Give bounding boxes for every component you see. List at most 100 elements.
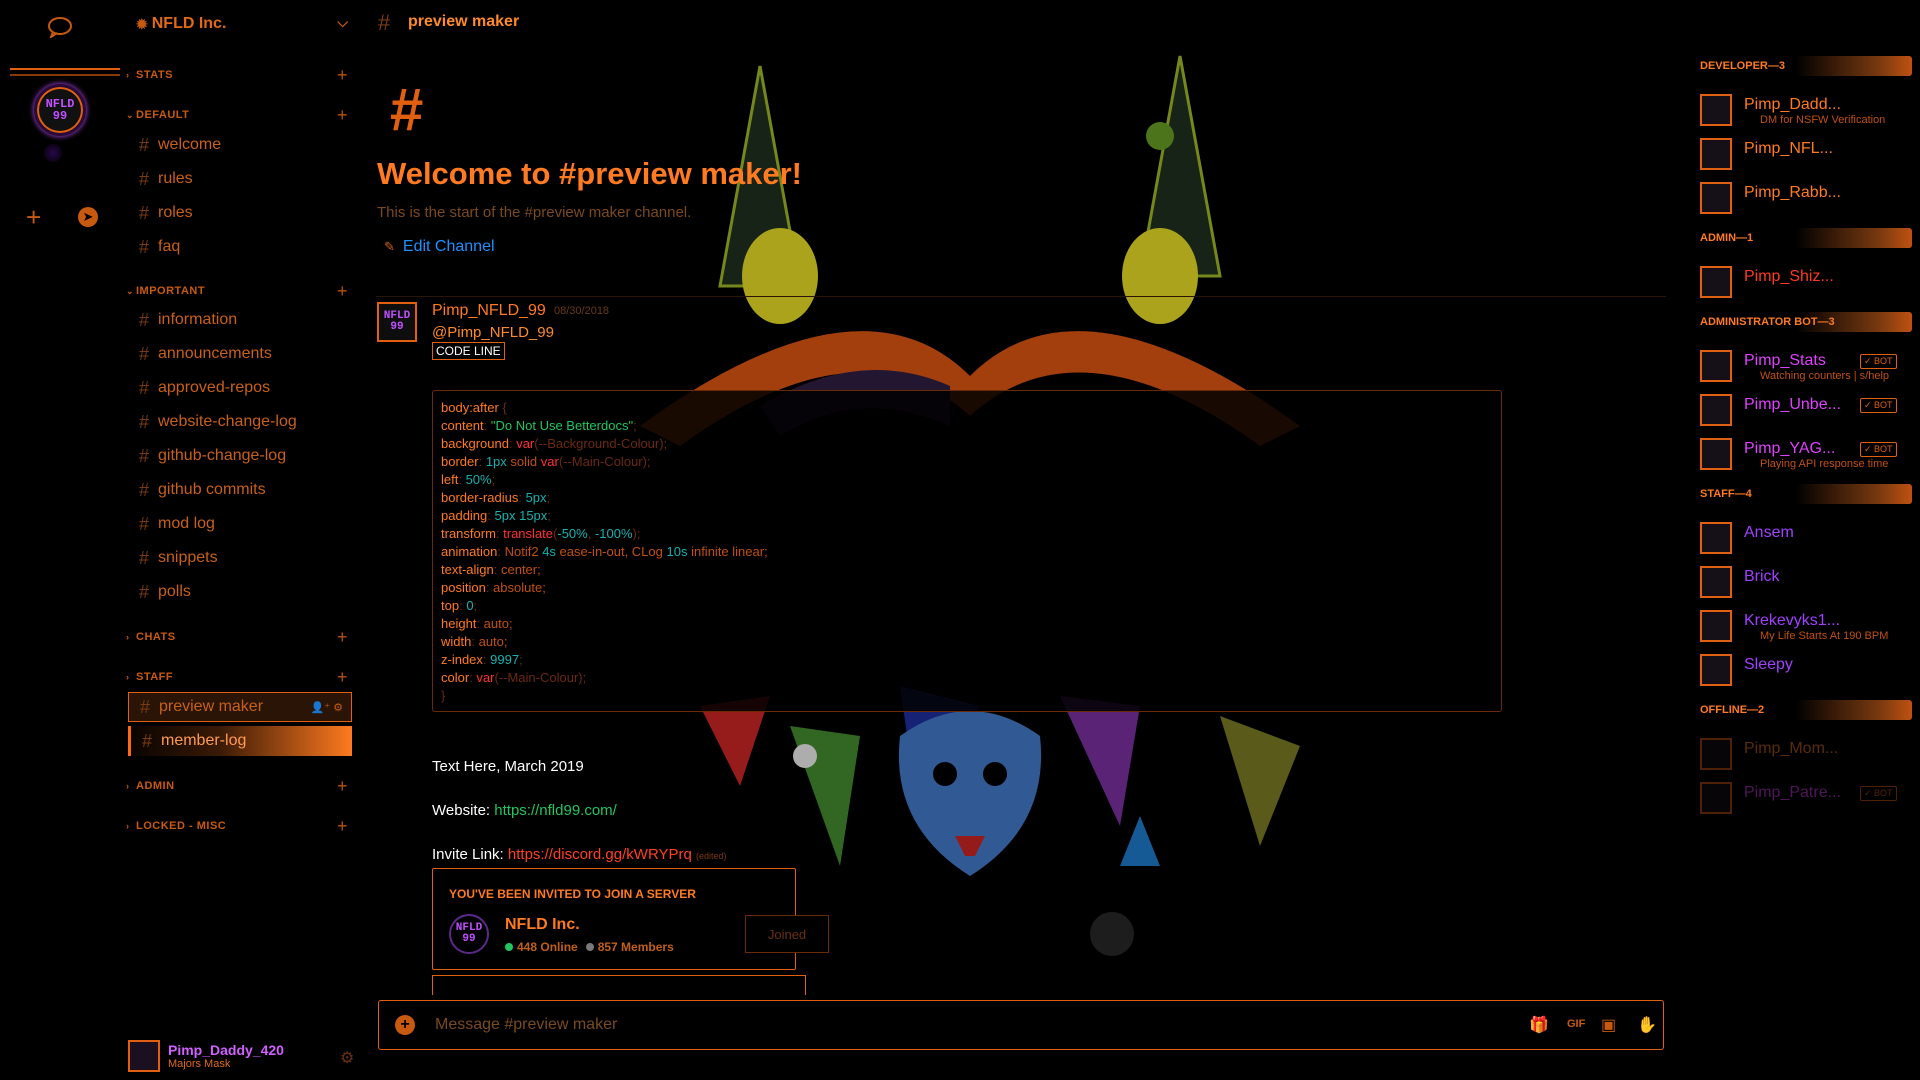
add-channel-icon[interactable]: + bbox=[337, 816, 348, 837]
member-item[interactable]: Sleepy bbox=[1700, 648, 1912, 690]
server-rail: NFLD 99 + ➤ bbox=[0, 0, 120, 1080]
category-default[interactable]: ⌄ DEFAULT + bbox=[126, 105, 348, 126]
hash-icon: # bbox=[138, 168, 149, 189]
member-category-offline: OFFLINE—2 bbox=[1700, 700, 1912, 720]
member-category-admin-bot: ADMINISTRATOR BOT—3 bbox=[1700, 312, 1912, 332]
channel-faq[interactable]: # faq bbox=[128, 232, 352, 262]
avatar[interactable] bbox=[128, 1040, 160, 1072]
category-stats[interactable]: › STATS + bbox=[126, 65, 348, 86]
channel-mod-log[interactable]: # mod log bbox=[128, 509, 352, 539]
avatar bbox=[1700, 438, 1732, 470]
upload-plus-icon[interactable]: + bbox=[395, 1015, 415, 1035]
avatar bbox=[1700, 394, 1732, 426]
chevron-right-icon: › bbox=[126, 672, 130, 682]
hash-icon: # bbox=[141, 730, 152, 751]
category-admin[interactable]: › ADMIN + bbox=[126, 776, 348, 797]
website-link[interactable]: https://nfld99.com/ bbox=[494, 802, 617, 819]
member-item[interactable]: Krekevyks1... My Life Starts At 190 BPM bbox=[1700, 604, 1912, 646]
member-item[interactable]: Pimp_Patre... ✓ BOT bbox=[1700, 776, 1912, 818]
joined-button[interactable]: Joined bbox=[745, 915, 829, 953]
avatar bbox=[1700, 350, 1732, 382]
member-item[interactable]: Pimp_Rabb... bbox=[1700, 176, 1912, 218]
server-icon-secondary[interactable] bbox=[44, 144, 62, 162]
invite-server-name: NFLD Inc. bbox=[505, 916, 580, 933]
channel-website-change-log[interactable]: # website-change-log bbox=[128, 407, 352, 437]
server-icon-nfld[interactable]: NFLD 99 bbox=[34, 84, 86, 136]
bot-badge: ✓ BOT bbox=[1860, 398, 1897, 413]
member-item[interactable]: Pimp_Unbe... ✓ BOT bbox=[1700, 388, 1912, 430]
member-item[interactable]: Pimp_YAG... ✓ BOT Playing API response tim… bbox=[1700, 432, 1912, 474]
chevron-right-icon: › bbox=[126, 821, 130, 831]
channel-header: # preview maker bbox=[360, 0, 1680, 46]
add-channel-icon[interactable]: + bbox=[337, 65, 348, 86]
invite-link[interactable]: https://discord.gg/kWRYPrq bbox=[508, 846, 692, 863]
online-dot-icon bbox=[505, 943, 513, 951]
hash-icon: # bbox=[138, 411, 149, 432]
explore-servers-icon[interactable]: ➤ bbox=[78, 207, 98, 227]
avatar bbox=[1700, 522, 1732, 554]
message-timestamp: 08/30/2018 bbox=[554, 305, 610, 317]
channel-roles[interactable]: # roles bbox=[128, 198, 352, 228]
emoji-icon[interactable]: ✋ bbox=[1637, 1015, 1657, 1035]
gear-icon[interactable]: ⚙ bbox=[340, 1048, 354, 1068]
sticker-icon[interactable]: ▣ bbox=[1601, 1015, 1616, 1035]
chat-area: # preview maker # Welcome to #preview ma… bbox=[360, 0, 1680, 1080]
add-server-icon[interactable]: + bbox=[26, 204, 41, 230]
add-channel-icon[interactable]: + bbox=[337, 627, 348, 648]
hash-icon: # bbox=[138, 309, 149, 330]
invite-settings-icons[interactable]: 👤⁺ ⚙ bbox=[311, 701, 343, 714]
hash-icon: # bbox=[138, 479, 149, 500]
message-mention[interactable]: @Pimp_NFLD_99 bbox=[432, 324, 554, 341]
message-avatar[interactable]: NFLD 99 bbox=[377, 302, 417, 342]
channel-preview-maker[interactable]: # preview maker 👤⁺ ⚙ bbox=[128, 692, 352, 722]
member-item[interactable]: Pimp_Stats ✓ BOT Watching counters | s/hel… bbox=[1700, 344, 1912, 386]
edit-channel-link[interactable]: ✎ Edit Channel bbox=[384, 238, 495, 256]
gift-icon[interactable]: 🎁 bbox=[1529, 1015, 1549, 1035]
direct-messages-icon[interactable] bbox=[46, 16, 74, 38]
add-channel-icon[interactable]: + bbox=[337, 667, 348, 688]
welcome-subtitle: This is the start of the #preview maker … bbox=[377, 204, 692, 221]
channel-title: preview maker bbox=[408, 13, 520, 30]
channel-approved-repos[interactable]: # approved-repos bbox=[128, 373, 352, 403]
message-author[interactable]: Pimp_NFLD_99 bbox=[432, 302, 546, 320]
hash-icon: # bbox=[138, 377, 149, 398]
member-item[interactable]: Pimp_Mom... bbox=[1700, 732, 1912, 774]
avatar bbox=[1700, 182, 1732, 214]
channel-github-commits[interactable]: # github commits bbox=[128, 475, 352, 505]
category-important[interactable]: ⌄ IMPORTANT + bbox=[126, 281, 348, 302]
chevron-down-icon[interactable]: ⌵ bbox=[337, 14, 348, 31]
avatar bbox=[1700, 782, 1732, 814]
channel-sidebar: ✹ NFLD Inc. ⌵ › STATS + ⌄ DEFAULT + # welcome… bbox=[120, 0, 360, 1080]
member-category-admin: ADMIN—1 bbox=[1700, 228, 1912, 248]
message-input[interactable]: Message #preview maker bbox=[435, 1016, 617, 1034]
channel-snippets[interactable]: # snippets bbox=[128, 543, 352, 573]
member-item[interactable]: Brick bbox=[1700, 560, 1912, 602]
server-header[interactable]: ✹ NFLD Inc. ⌵ bbox=[136, 12, 356, 36]
gif-icon[interactable]: GIF bbox=[1567, 1018, 1585, 1030]
member-item[interactable]: Pimp_NFL... bbox=[1700, 132, 1912, 174]
user-status: Majors Mask bbox=[168, 1058, 231, 1070]
channel-welcome[interactable]: # welcome bbox=[128, 130, 352, 160]
member-item[interactable]: Ansem bbox=[1700, 516, 1912, 558]
member-item[interactable]: Pimp_Shiz... bbox=[1700, 260, 1912, 302]
channel-information[interactable]: # information bbox=[128, 305, 352, 335]
chevron-down-icon: ⌄ bbox=[126, 285, 135, 296]
channel-github-change-log[interactable]: # github-change-log bbox=[128, 441, 352, 471]
avatar bbox=[1700, 266, 1732, 298]
chevron-right-icon: › bbox=[126, 781, 130, 791]
add-channel-icon[interactable]: + bbox=[337, 281, 348, 302]
add-channel-icon[interactable]: + bbox=[337, 105, 348, 126]
channel-member-log[interactable]: # member-log bbox=[128, 726, 352, 756]
member-item[interactable]: Pimp_Dadd... DM for NSFW Verification bbox=[1700, 88, 1912, 130]
hash-icon: # bbox=[138, 236, 149, 257]
channel-rules[interactable]: # rules bbox=[128, 164, 352, 194]
category-chats[interactable]: › CHATS + bbox=[126, 627, 348, 648]
channel-polls[interactable]: # polls bbox=[128, 577, 352, 607]
bot-badge: ✓ BOT bbox=[1860, 442, 1897, 457]
channel-announcements[interactable]: # announcements bbox=[128, 339, 352, 369]
inline-code: CODE LINE bbox=[432, 342, 505, 360]
add-channel-icon[interactable]: + bbox=[337, 776, 348, 797]
bot-badge: ✓ BOT bbox=[1860, 354, 1897, 369]
category-locked-misc[interactable]: › LOCKED - MISC + bbox=[126, 816, 348, 837]
category-staff[interactable]: › STAFF + bbox=[126, 667, 348, 688]
